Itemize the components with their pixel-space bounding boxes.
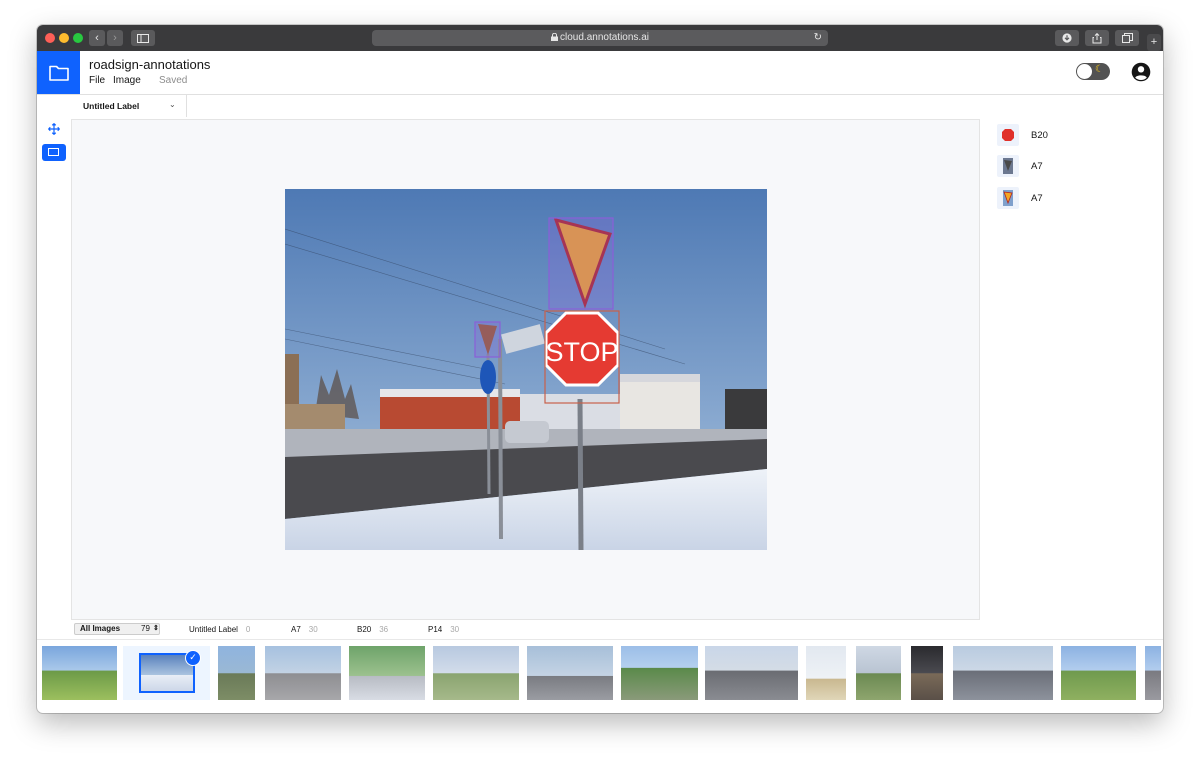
image-thumbnail[interactable] bbox=[911, 646, 943, 700]
image-filter-select[interactable]: All Images 79 ⇕ bbox=[74, 623, 160, 635]
address-bar[interactable]: cloud.annotations.ai ↻ bbox=[372, 30, 828, 46]
image-thumbnail[interactable] bbox=[953, 646, 1053, 700]
image-thumbnail[interactable] bbox=[433, 646, 519, 700]
lock-icon bbox=[551, 32, 559, 41]
chevron-down-icon: ⌄ bbox=[169, 100, 176, 109]
label-count-value: 36 bbox=[379, 625, 389, 634]
checkmark-icon: ✓ bbox=[185, 650, 201, 666]
label-count-name: B20 bbox=[357, 625, 372, 634]
image-thumbnail[interactable] bbox=[265, 646, 341, 700]
minimize-window-button[interactable] bbox=[59, 33, 69, 43]
image-thumbnail[interactable] bbox=[349, 646, 425, 700]
chevron-left-icon: ‹ bbox=[95, 32, 99, 44]
label-count-value: 30 bbox=[308, 625, 318, 634]
label-dropdown-value: Untitled Label bbox=[83, 101, 140, 111]
tabs-icon bbox=[1121, 33, 1133, 43]
sidebar-toggle-button[interactable] bbox=[131, 30, 155, 46]
save-status: Saved bbox=[159, 75, 188, 86]
svg-text:STOP: STOP bbox=[545, 337, 618, 367]
dark-mode-toggle[interactable]: ☾ bbox=[1076, 63, 1110, 80]
image-thumbnail[interactable] bbox=[527, 646, 613, 700]
back-button[interactable]: ‹ bbox=[89, 30, 105, 46]
image-thumbnail[interactable] bbox=[1061, 646, 1136, 700]
image-thumbnail[interactable] bbox=[705, 646, 798, 700]
new-tab-button[interactable]: + bbox=[1147, 34, 1161, 51]
yield-sign-thumb bbox=[997, 155, 1019, 177]
project-folder-button[interactable] bbox=[37, 51, 80, 94]
share-button[interactable] bbox=[1085, 30, 1109, 46]
label-count-name: Untitled Label bbox=[189, 625, 238, 634]
image-thumbnail[interactable] bbox=[218, 646, 255, 700]
image-thumbnail[interactable] bbox=[621, 646, 698, 700]
move-tool-button[interactable] bbox=[47, 123, 61, 137]
download-icon bbox=[1062, 33, 1072, 43]
image-thumbnail-strip[interactable]: ✓ bbox=[37, 639, 1163, 713]
close-window-button[interactable] bbox=[45, 33, 55, 43]
zoom-window-button[interactable] bbox=[73, 33, 83, 43]
annotation-image[interactable]: STOP bbox=[285, 189, 767, 550]
label-count-untitled[interactable]: Untitled Label 0 bbox=[189, 625, 250, 634]
image-filter-label: All Images bbox=[80, 624, 121, 633]
annotation-label: A7 bbox=[1031, 161, 1043, 172]
url-text: cloud.annotations.ai bbox=[560, 32, 649, 43]
toggle-knob bbox=[1077, 64, 1092, 79]
menu-image[interactable]: Image bbox=[113, 75, 141, 86]
user-avatar-icon[interactable] bbox=[1131, 62, 1151, 82]
plus-icon: + bbox=[1150, 36, 1158, 48]
folder-icon bbox=[48, 65, 69, 81]
project-title: roadsign-annotations bbox=[89, 57, 211, 72]
browser-window: ‹ › cloud.annotations.ai ↻ + roadsign-an… bbox=[37, 25, 1163, 713]
road-scene-photo: STOP bbox=[285, 189, 767, 550]
chevron-right-icon: › bbox=[113, 32, 117, 44]
annotation-label: A7 bbox=[1031, 193, 1043, 204]
image-thumbnail[interactable] bbox=[806, 646, 846, 700]
image-thumbnail[interactable] bbox=[42, 646, 117, 700]
reload-icon[interactable]: ↻ bbox=[814, 30, 822, 46]
sidebar-icon bbox=[137, 33, 149, 43]
move-icon bbox=[48, 123, 60, 135]
yield-sign-thumb-icon bbox=[1003, 158, 1013, 174]
stop-sign-thumb bbox=[997, 124, 1019, 146]
label-count-a7[interactable]: A7 30 bbox=[291, 625, 318, 634]
browser-titlebar: ‹ › cloud.annotations.ai ↻ + bbox=[37, 25, 1163, 51]
menu-file[interactable]: File bbox=[89, 75, 105, 86]
label-count-b20[interactable]: B20 36 bbox=[357, 625, 388, 634]
forward-button[interactable]: › bbox=[107, 30, 123, 46]
label-count-name: A7 bbox=[291, 625, 301, 634]
image-thumbnail[interactable] bbox=[1145, 646, 1161, 700]
yield-sign-thumb bbox=[997, 187, 1019, 209]
label-count-name: P14 bbox=[428, 625, 443, 634]
select-arrows-icon: ⇕ bbox=[153, 625, 159, 632]
label-dropdown[interactable]: Untitled Label ⌄ bbox=[71, 95, 187, 117]
share-icon bbox=[1092, 32, 1102, 43]
moon-icon: ☾ bbox=[1095, 64, 1104, 75]
yield-sign-thumb-icon bbox=[1003, 190, 1013, 206]
app-header: roadsign-annotations File Image Saved ☾ bbox=[37, 51, 1163, 95]
image-filter-count: 79 bbox=[141, 624, 150, 633]
label-count-value: 0 bbox=[245, 625, 251, 634]
annotation-label: B20 bbox=[1031, 130, 1048, 141]
bounding-box-tool-button[interactable] bbox=[42, 144, 66, 161]
bounding-box-icon bbox=[48, 148, 59, 156]
image-thumbnail[interactable] bbox=[856, 646, 901, 700]
tabs-overview-button[interactable] bbox=[1115, 30, 1139, 46]
label-count-p14[interactable]: P14 30 bbox=[428, 625, 459, 634]
downloads-button[interactable] bbox=[1055, 30, 1079, 46]
label-count-value: 30 bbox=[450, 625, 460, 634]
stop-sign-thumb-icon bbox=[1002, 129, 1014, 141]
